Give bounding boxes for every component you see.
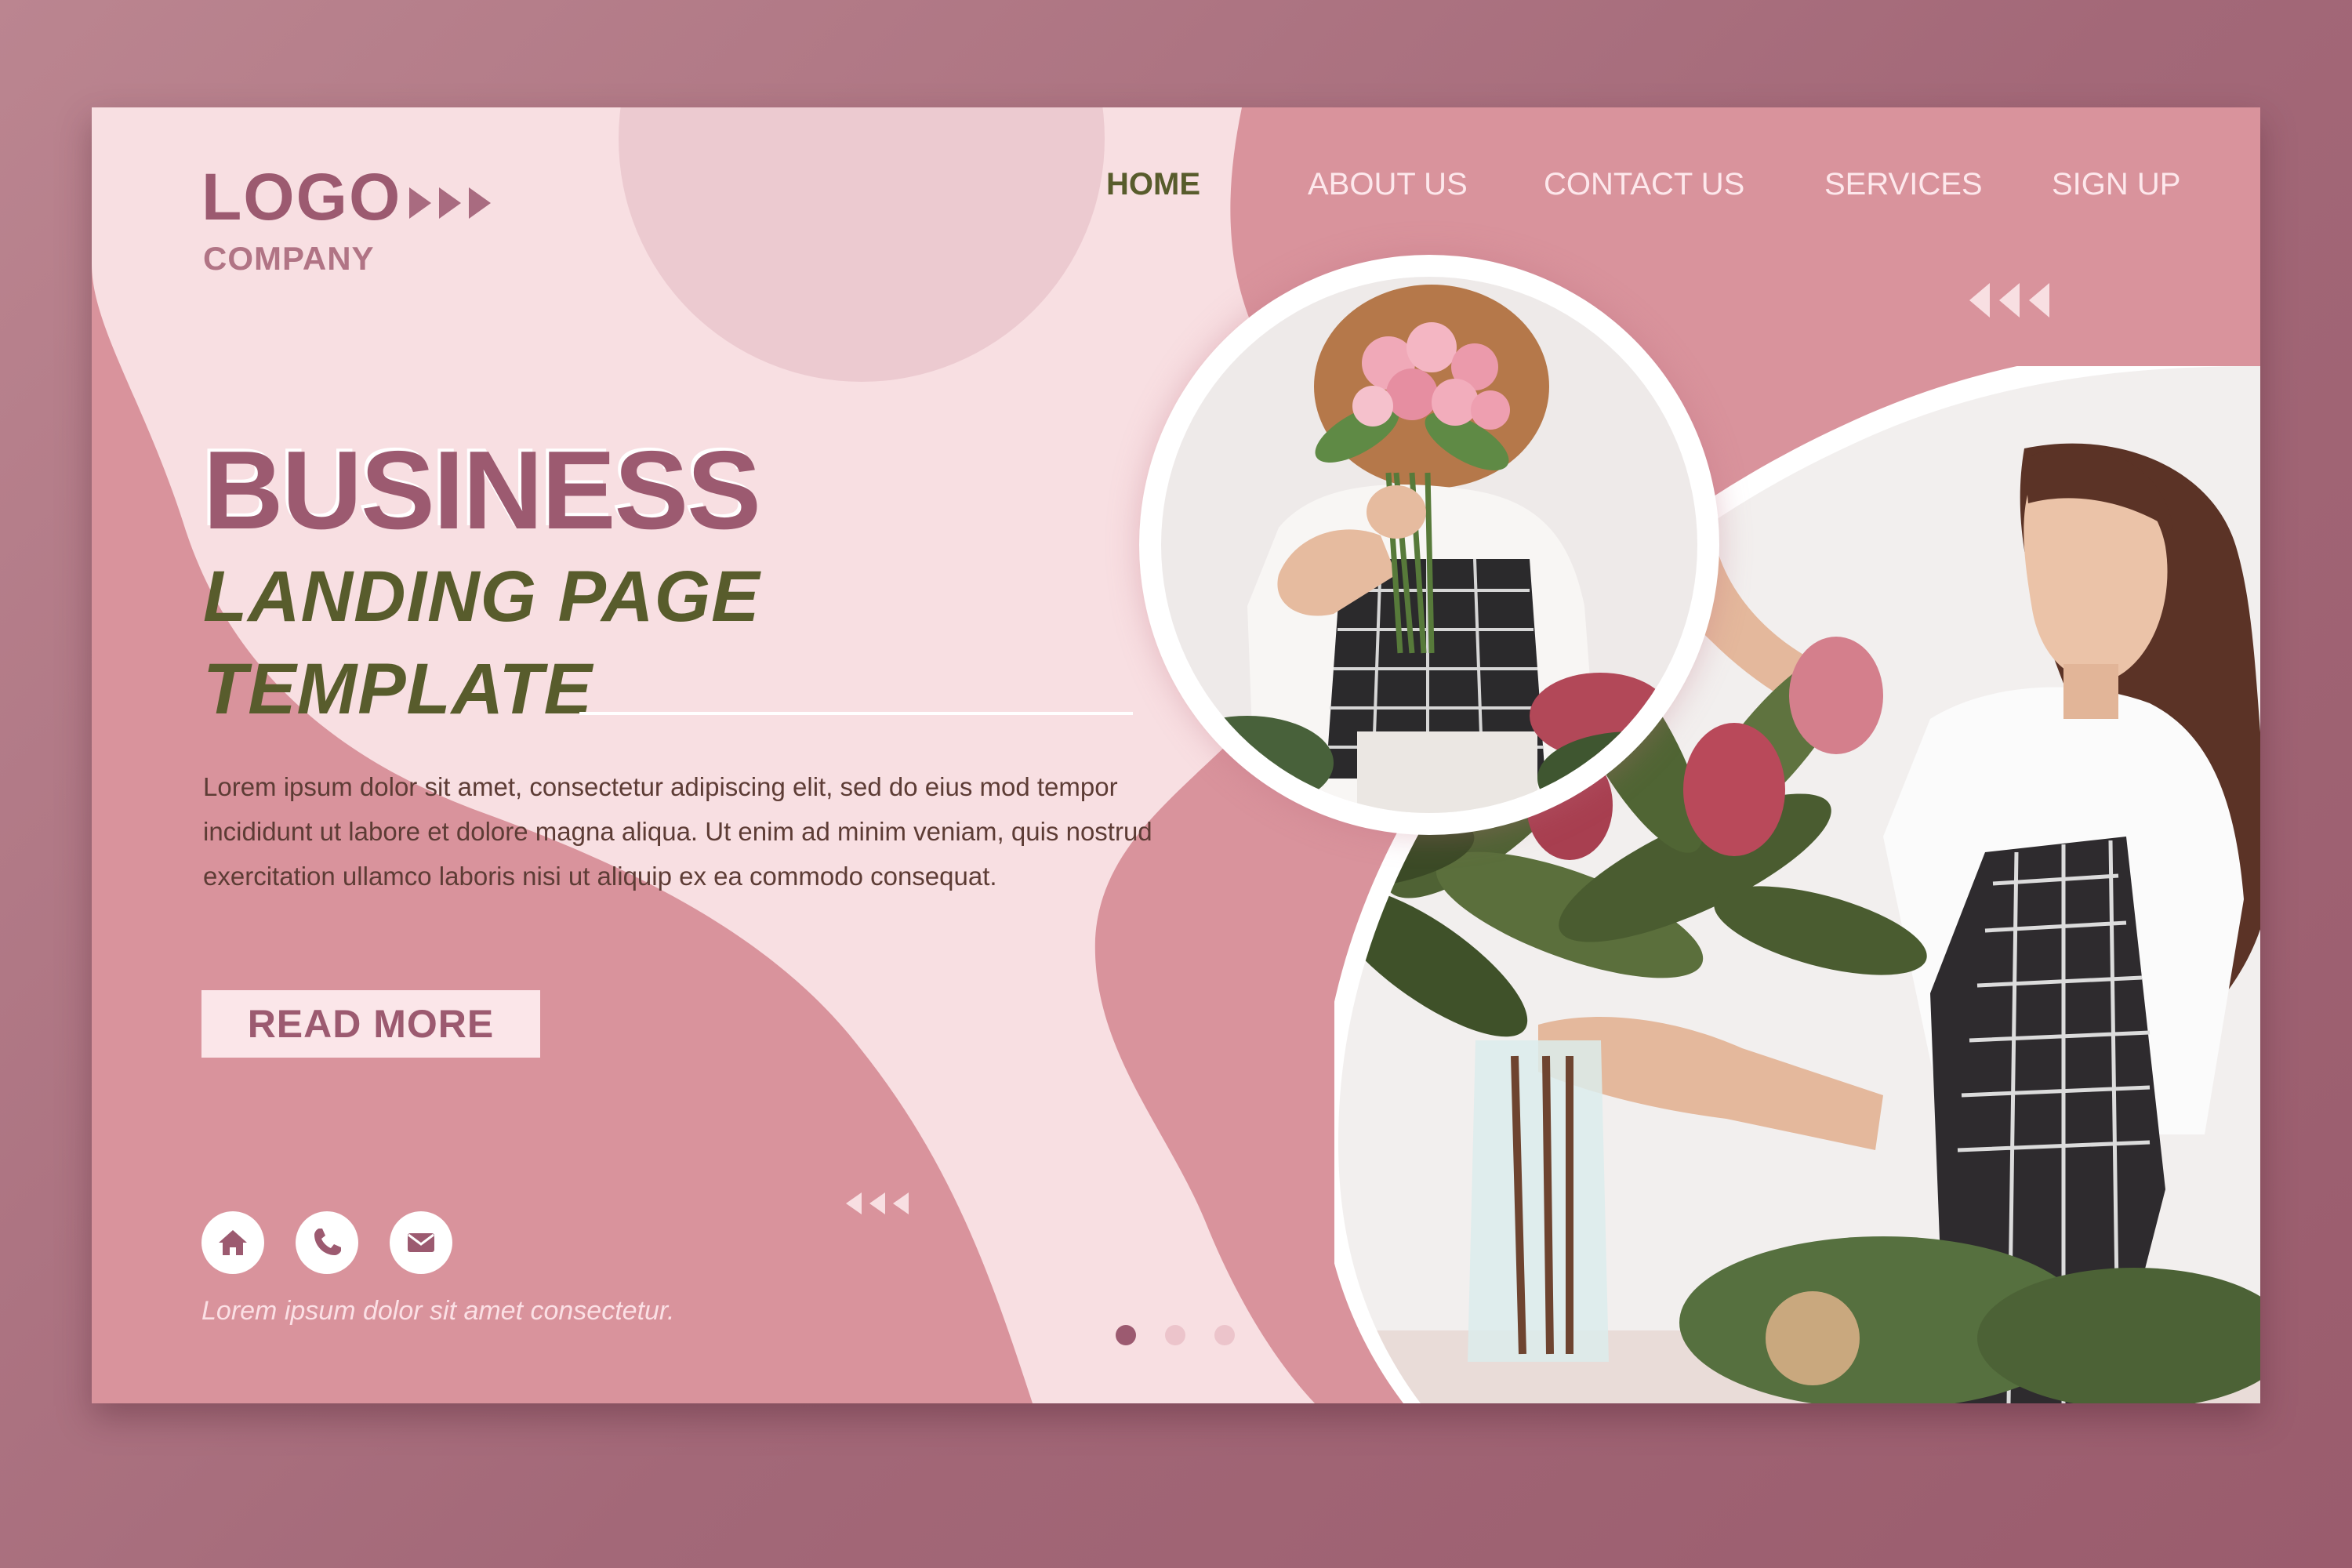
brand-company: COMPANY <box>203 240 375 277</box>
footer-note: Lorem ipsum dolor sit amet consectetur. <box>201 1296 675 1326</box>
phone-button[interactable] <box>296 1211 358 1274</box>
landing-page-mockup: LOGO COMPANY HOME ABOUT US CONTACT US SE… <box>92 107 2260 1403</box>
nav-home[interactable]: HOME <box>1106 169 1200 200</box>
nav-about-us[interactable]: ABOUT US <box>1308 169 1468 200</box>
hero-description: Lorem ipsum dolor sit amet, consectetur … <box>203 772 1152 891</box>
small-back-arrows-icon <box>846 1192 909 1214</box>
mail-icon <box>408 1233 434 1252</box>
nav-sign-up[interactable]: SIGN UP <box>2052 169 2180 200</box>
hero-title: BUSINESS <box>203 428 761 553</box>
read-more-button[interactable]: READ MORE <box>201 990 540 1058</box>
logo-arrows-icon <box>409 187 491 219</box>
home-icon <box>219 1230 247 1255</box>
brand-logo[interactable]: LOGO <box>201 164 401 230</box>
nav-services[interactable]: SERVICES <box>1824 169 1983 200</box>
hero-subtitle-line2: TEMPLATE <box>203 649 593 729</box>
florist-roses-photo <box>1139 255 1719 835</box>
back-arrows-icon <box>1969 283 2049 318</box>
phone-icon <box>314 1229 341 1255</box>
title-divider <box>579 712 1133 715</box>
carousel-dot-3[interactable] <box>1214 1325 1235 1345</box>
mail-button[interactable] <box>390 1211 452 1274</box>
hero-subtitle-line1: LANDING PAGE <box>203 557 760 637</box>
carousel-dot-2[interactable] <box>1165 1325 1185 1345</box>
home-button[interactable] <box>201 1211 264 1274</box>
nav-contact-us[interactable]: CONTACT US <box>1544 169 1744 200</box>
carousel-dot-1[interactable] <box>1116 1325 1136 1345</box>
